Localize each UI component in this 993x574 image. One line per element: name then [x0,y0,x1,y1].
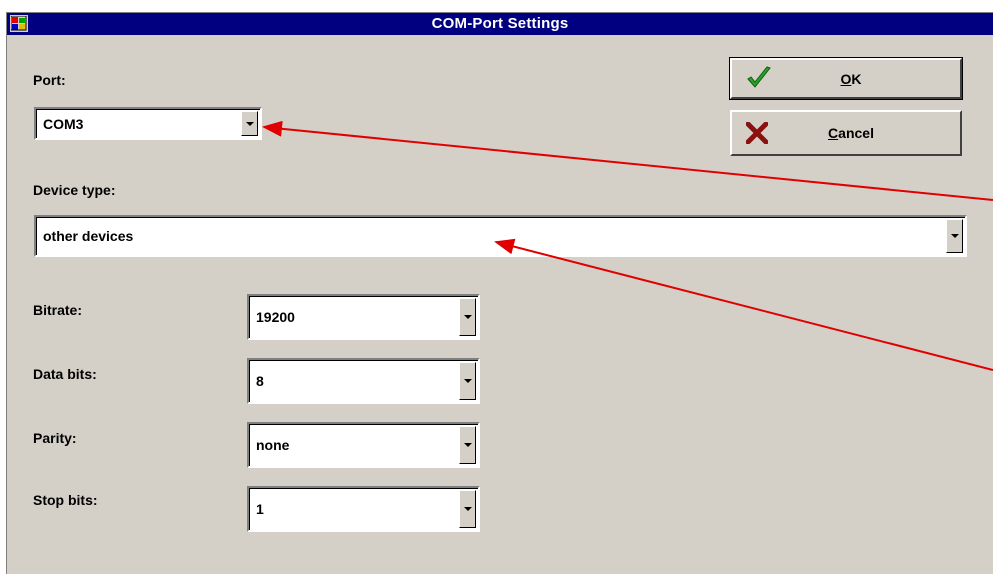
stop-bits-select[interactable]: 1 [247,486,480,532]
data-bits-label: Data bits: [33,366,97,382]
window-title: COM-Port Settings [431,15,569,32]
data-bits-value: 8 [256,373,264,389]
ok-mnemonic: O [840,70,852,87]
stop-bits-value: 1 [256,501,264,517]
parity-value: none [256,437,290,453]
stop-bits-dropdown-arrow-icon[interactable] [459,490,476,528]
parity-dropdown-arrow-icon[interactable] [459,426,476,464]
bitrate-value: 19200 [256,309,295,325]
com-port-settings-dialog: COM-Port Settings Port: COM3 Device type… [6,12,993,574]
device-type-dropdown-arrow-icon[interactable] [946,219,963,253]
cancel-mnemonic: C [828,125,839,141]
cancel-label: ancel [838,125,874,141]
bitrate-dropdown-arrow-icon[interactable] [459,298,476,336]
title-bar: COM-Port Settings [7,13,993,35]
port-value: COM3 [43,115,84,132]
port-select[interactable]: COM3 [34,107,262,140]
cancel-button[interactable]: Cancel [730,110,962,156]
data-bits-dropdown-arrow-icon[interactable] [459,362,476,400]
device-type-label: Device type: [33,182,116,198]
device-type-select[interactable]: other devices [34,215,967,257]
bitrate-label: Bitrate: [33,302,83,318]
parity-select[interactable]: none [247,422,480,468]
ok-button[interactable]: OK [729,57,963,100]
port-label: Port: [33,72,66,88]
device-type-value: other devices [43,228,134,244]
data-bits-select[interactable]: 8 [247,358,480,404]
stop-bits-label: Stop bits: [33,492,98,508]
ok-label: K [851,70,862,87]
parity-label: Parity: [33,430,77,446]
port-dropdown-arrow-icon[interactable] [241,111,258,136]
bitrate-select[interactable]: 19200 [247,294,480,340]
